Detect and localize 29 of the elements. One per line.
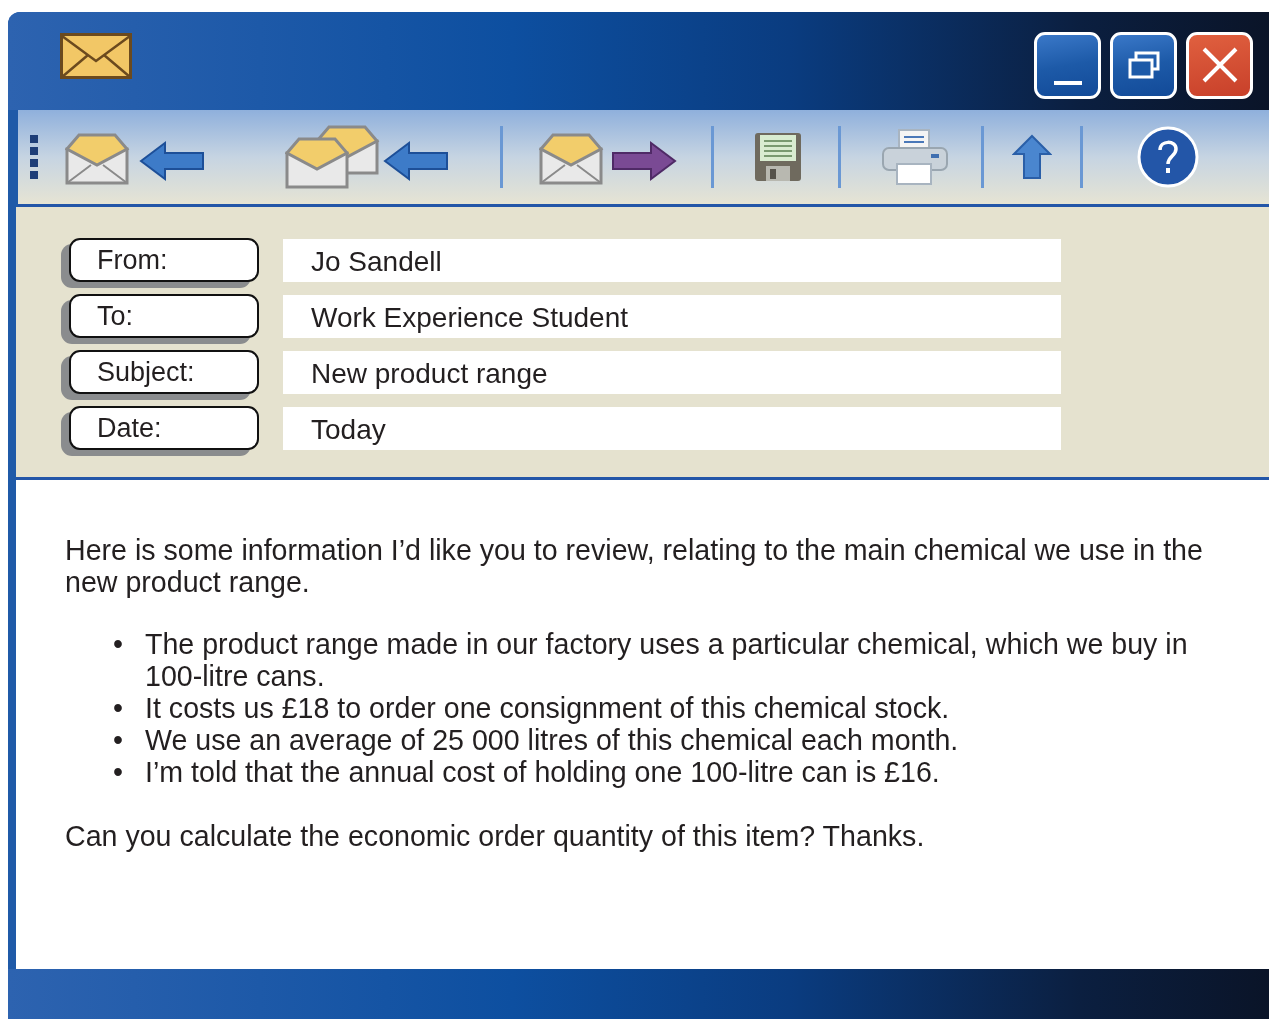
message-paragraph: Can you calculate the economic order quantity of this item? Thanks. [65,820,926,852]
print-button[interactable] [879,128,951,186]
grip-icon [30,135,38,179]
envelopes-left-arrow-icon [285,125,450,189]
up-button[interactable] [1012,134,1052,180]
bullet: • [113,756,124,788]
up-arrow-icon [1012,134,1052,180]
help-button[interactable] [1137,126,1199,188]
printer-icon [879,128,951,186]
message-paragraph: Here is some information I’d like you to review, relating to the main chemical we use in the new product range. [65,534,1204,598]
minimize-button[interactable] [1034,31,1101,99]
bullet-text: The product range made in our factory uses a particular chemical, which we buy in 100-litre cans. [145,628,1189,692]
field-value: Jo Sandell [283,238,1061,282]
field-value: Today [283,406,1061,450]
bullet: • [113,724,124,756]
bullet-text: I’m told that the annual cost of holding one 100-litre can is £16. [145,756,940,788]
reply-all-button[interactable] [285,125,450,189]
bullet: • [113,692,124,724]
bullet-text: It costs us £18 to order one consignment of this chemical stock. [145,692,950,724]
bullet: • [113,628,124,662]
field-value: Work Experience Student [283,294,1061,338]
field-value: New product range [283,350,1061,394]
minimize-icon [1053,81,1082,85]
bullet-text: We use an average of 25 000 litres of this chemical each month. [145,724,959,756]
restore-button[interactable] [1110,31,1177,99]
envelope-icon [60,33,132,79]
close-button[interactable] [1186,31,1253,99]
save-button[interactable] [754,132,802,182]
help-icon [1137,126,1199,188]
